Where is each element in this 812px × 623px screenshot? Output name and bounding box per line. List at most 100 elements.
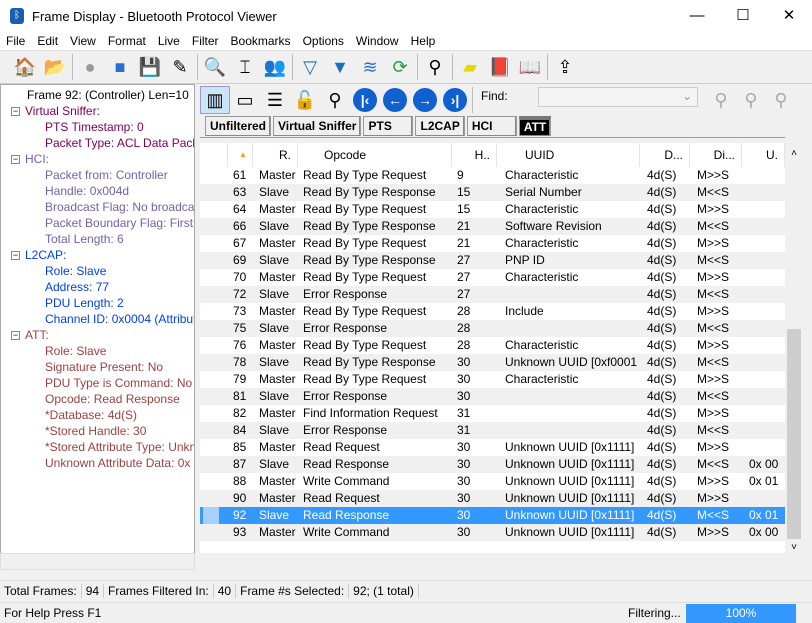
menu-bookmarks[interactable]: Bookmarks	[225, 32, 297, 50]
column-header[interactable]: H..	[452, 143, 497, 167]
find-input[interactable]: ⌄	[538, 87, 698, 107]
scroll-down-icon[interactable]: ˅	[785, 542, 803, 553]
table-row[interactable]: 87 Slave Read Response 30 Unknown UUID [0x11…	[200, 456, 785, 473]
table-row[interactable]: 90 Master Read Request 30 Unknown UUID [0x11…	[200, 490, 785, 507]
tab-pts[interactable]: PTS	[363, 116, 414, 136]
column-header[interactable]: Opcode	[298, 143, 452, 167]
scroll-thumb[interactable]	[787, 329, 801, 539]
tree-field[interactable]: PDU Type is Command: No	[45, 375, 192, 391]
table-row[interactable]: 63 Slave Read By Type Response 15 Serial Num…	[200, 184, 785, 201]
column-header[interactable]	[200, 143, 228, 167]
tab-virtual-sniffer[interactable]: Virtual Sniffer	[273, 116, 362, 136]
tree-horizontal-scrollbar[interactable]	[0, 553, 195, 570]
table-row[interactable]: 75 Slave Error Response 28 4d(S) M<<S	[200, 320, 785, 337]
tree-field[interactable]: Role: Slave	[45, 263, 106, 279]
tree-field[interactable]: Total Length: 6	[45, 231, 124, 247]
magnifier-icon[interactable]: 🔍	[200, 53, 230, 81]
collapse-toggle-icon[interactable]: −	[11, 155, 20, 164]
table-row[interactable]: 76 Master Read By Type Request 28 Characteri…	[200, 337, 785, 354]
column-icon[interactable]: ⌶	[230, 53, 260, 81]
tab-hci[interactable]: HCI	[466, 116, 517, 136]
table-row[interactable]: 64 Master Read By Type Request 15 Characteri…	[200, 201, 785, 218]
tree-field[interactable]: Role: Slave	[45, 343, 106, 359]
home-icon[interactable]: 🏠	[10, 53, 40, 81]
unlock-icon[interactable]: 🔓	[290, 86, 320, 114]
tree-section[interactable]: Frame 92: (Controller) Len=10	[27, 87, 189, 103]
refresh-icon[interactable]: ⟳	[385, 53, 415, 81]
collapse-toggle-icon[interactable]: −	[11, 251, 20, 260]
menu-window[interactable]: Window	[350, 32, 405, 50]
tree-field[interactable]: Broadcast Flag: No broadcast,	[45, 199, 194, 215]
export-icon[interactable]: ⇪	[550, 53, 580, 81]
last-frame-icon[interactable]: ›|	[443, 88, 467, 112]
column-header[interactable]: UUID	[497, 143, 640, 167]
tree-field[interactable]: Channel ID: 0x0004 (Attribute P	[45, 311, 194, 327]
menu-filter[interactable]: Filter	[186, 32, 225, 50]
tree-field[interactable]: *Database: 4d(S)	[45, 407, 137, 423]
chevron-down-icon[interactable]: ⌄	[682, 89, 692, 103]
menu-edit[interactable]: Edit	[31, 32, 64, 50]
binoculars-icon[interactable]: ⚲	[420, 53, 450, 81]
tab-att[interactable]: ATT	[518, 116, 552, 136]
table-row[interactable]: 69 Slave Read By Type Response 27 PNP ID 4d(S…	[200, 252, 785, 269]
layout-window-icon[interactable]: ▭	[230, 86, 260, 114]
tree-section[interactable]: Virtual Sniffer:	[25, 103, 100, 119]
filter-icon[interactable]: ▽	[295, 53, 325, 81]
layout-pane-icon[interactable]: ▥	[200, 86, 230, 114]
table-vertical-scrollbar[interactable]: ˄ ˅	[785, 143, 803, 553]
tree-field[interactable]: Packet Boundary Flag: First aut	[45, 215, 194, 231]
minimize-button[interactable]: —	[674, 0, 720, 32]
tree-field[interactable]: Packet from: Controller	[45, 167, 168, 183]
close-button[interactable]: ✕	[766, 0, 812, 32]
prev-frame-icon[interactable]: ←	[383, 88, 407, 112]
book-icon[interactable]: 📕	[485, 53, 515, 81]
menu-view[interactable]: View	[64, 32, 102, 50]
book-open-icon[interactable]: 📖	[515, 53, 545, 81]
next-frame-icon[interactable]: →	[413, 88, 437, 112]
table-row[interactable]: 66 Slave Read By Type Response 21 Software R…	[200, 218, 785, 235]
table-row[interactable]: 85 Master Read Request 30 Unknown UUID [0x11…	[200, 439, 785, 456]
table-row[interactable]: 70 Master Read By Type Request 27 Characteri…	[200, 269, 785, 286]
table-row[interactable]: 79 Master Read By Type Request 30 Characteri…	[200, 371, 785, 388]
table-row[interactable]: 67 Master Read By Type Request 21 Characteri…	[200, 235, 785, 252]
collapse-toggle-icon[interactable]: −	[11, 107, 20, 116]
save-icon[interactable]: 💾	[135, 53, 165, 81]
table-row[interactable]: 61 Master Read By Type Request 9 Characteris…	[200, 167, 785, 184]
tree-field[interactable]: Address: 77	[45, 279, 109, 295]
column-header[interactable]: Di...	[690, 143, 742, 167]
table-row[interactable]: 81 Slave Error Response 30 4d(S) M<<S	[200, 388, 785, 405]
tree-field[interactable]: Packet Type: ACL Data Packet	[45, 135, 194, 151]
layout-list-icon[interactable]: ☰	[260, 86, 290, 114]
column-header[interactable]: D...	[640, 143, 690, 167]
tab-unfiltered[interactable]: Unfiltered	[205, 116, 272, 136]
column-header[interactable]: U.	[742, 143, 785, 167]
tree-field[interactable]: Handle: 0x004d	[45, 183, 129, 199]
tree-field[interactable]: PTS Timestamp: 0	[45, 119, 144, 135]
table-row[interactable]: 84 Slave Error Response 31 4d(S) M<<S	[200, 422, 785, 439]
binoculars-go-icon[interactable]: ⚲	[320, 86, 350, 114]
tree-section[interactable]: L2CAP:	[25, 247, 66, 263]
find-next-icon[interactable]: ⚲	[736, 86, 766, 114]
eraser-icon[interactable]: ✎	[165, 53, 195, 81]
find-clear-icon[interactable]: ⚲	[766, 86, 796, 114]
table-row[interactable]: 92 Slave Read Response 30 Unknown UUID [0x11…	[200, 507, 785, 524]
users-icon[interactable]: 👥	[260, 53, 290, 81]
menu-file[interactable]: File	[0, 32, 31, 50]
open-folder-icon[interactable]: 📂	[40, 53, 70, 81]
tree-field[interactable]: Opcode: Read Response	[45, 391, 180, 407]
filter-apply-icon[interactable]: ▼	[325, 53, 355, 81]
tree-field[interactable]: Signature Present: No	[45, 359, 163, 375]
table-row[interactable]: 72 Slave Error Response 27 4d(S) M<<S	[200, 286, 785, 303]
table-horizontal-scrollbar[interactable]	[200, 553, 803, 570]
maximize-button[interactable]: ☐	[720, 0, 766, 32]
first-frame-icon[interactable]: |‹	[353, 88, 377, 112]
table-row[interactable]: 88 Master Write Command 30 Unknown UUID [0x1…	[200, 473, 785, 490]
column-header[interactable]: R.	[253, 143, 298, 167]
tree-field[interactable]: PDU Length: 2	[45, 295, 124, 311]
tree-section[interactable]: HCI:	[25, 151, 49, 167]
sort-ascending-icon[interactable]: ▲	[228, 143, 253, 167]
table-row[interactable]: 82 Master Find Information Request 31 4d(S) M…	[200, 405, 785, 422]
scroll-up-icon[interactable]: ˄	[785, 148, 803, 159]
record-icon[interactable]: ●	[75, 53, 105, 81]
tree-field[interactable]: *Stored Attribute Type: Unknow	[45, 439, 194, 455]
